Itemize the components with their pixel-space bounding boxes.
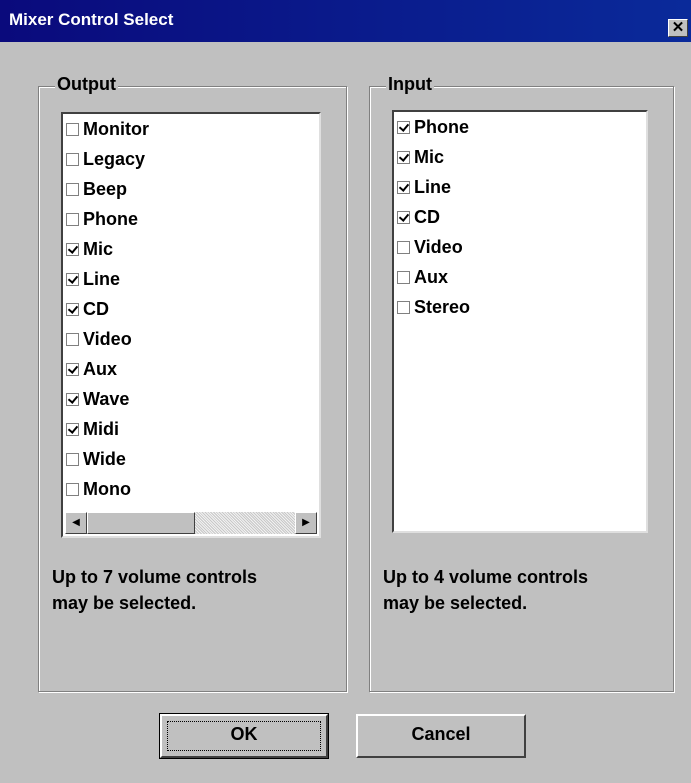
list-item[interactable]: Video bbox=[394, 232, 646, 262]
checkbox-checked[interactable] bbox=[66, 242, 79, 256]
checkbox[interactable] bbox=[66, 452, 79, 466]
scroll-left-icon: ◀ bbox=[72, 517, 80, 528]
checkbox[interactable] bbox=[66, 332, 79, 346]
output-list[interactable]: Monitor Legacy Beep Phone Mic Line CD Video Aux W… bbox=[61, 112, 321, 538]
list-item[interactable]: Beep bbox=[63, 174, 319, 204]
list-item-label: Legacy bbox=[83, 148, 146, 169]
list-item[interactable]: Legacy bbox=[63, 144, 319, 174]
list-item-label: Aux bbox=[83, 358, 118, 379]
checkbox[interactable] bbox=[397, 240, 410, 254]
close-icon: ✕ bbox=[671, 19, 685, 36]
list-item-label: Mic bbox=[83, 238, 114, 259]
checkbox-checked[interactable] bbox=[66, 272, 79, 286]
scroll-right-button[interactable]: ▶ bbox=[295, 512, 317, 534]
output-legend: Output bbox=[55, 73, 118, 95]
list-item[interactable]: Monitor bbox=[63, 114, 319, 144]
checkbox-checked[interactable] bbox=[66, 302, 79, 316]
list-item-label: CD bbox=[414, 206, 440, 227]
list-item[interactable]: Mono bbox=[63, 474, 319, 504]
input-legend: Input bbox=[386, 73, 434, 95]
list-item-label: Video bbox=[83, 328, 132, 349]
checkbox-checked[interactable] bbox=[397, 180, 410, 194]
checkbox-checked[interactable] bbox=[397, 120, 410, 134]
checkbox-checked[interactable] bbox=[66, 392, 79, 406]
checkbox-checked[interactable] bbox=[66, 362, 79, 376]
list-item-label: Phone bbox=[83, 208, 139, 229]
ok-button-label: OK bbox=[230, 724, 258, 744]
list-item[interactable]: Line bbox=[63, 264, 319, 294]
list-item-label: Stereo bbox=[414, 296, 471, 317]
output-note-line2: may be selected. bbox=[52, 593, 197, 613]
scroll-left-button[interactable]: ◀ bbox=[65, 512, 87, 534]
list-item[interactable]: Phone bbox=[394, 112, 646, 142]
list-item[interactable]: Line bbox=[394, 172, 646, 202]
list-item-label: Line bbox=[414, 176, 452, 197]
list-item[interactable]: Aux bbox=[63, 354, 319, 384]
list-item[interactable]: Mic bbox=[394, 142, 646, 172]
list-item[interactable]: Wave bbox=[63, 384, 319, 414]
checkbox[interactable] bbox=[397, 300, 410, 314]
window-title: Mixer Control Select bbox=[9, 10, 174, 29]
checkbox-checked[interactable] bbox=[66, 422, 79, 436]
list-item-label: Mic bbox=[414, 146, 445, 167]
list-item[interactable]: CD bbox=[63, 294, 319, 324]
checkbox[interactable] bbox=[66, 482, 79, 496]
input-list[interactable]: Phone Mic Line CD Video Aux Stereo bbox=[392, 110, 648, 533]
ok-button[interactable]: OK bbox=[159, 713, 329, 759]
list-item[interactable]: Wide bbox=[63, 444, 319, 474]
cancel-button[interactable]: Cancel bbox=[356, 714, 526, 758]
checkbox[interactable] bbox=[66, 152, 79, 166]
output-horizontal-scrollbar[interactable]: ◀ ▶ bbox=[65, 512, 317, 534]
checkbox-checked[interactable] bbox=[397, 150, 410, 164]
list-item-label: Phone bbox=[414, 116, 470, 137]
checkbox[interactable] bbox=[66, 212, 79, 226]
output-note-line1: Up to 7 volume controls bbox=[52, 567, 258, 587]
list-item-label: Line bbox=[83, 268, 121, 289]
checkbox-checked[interactable] bbox=[397, 210, 410, 224]
input-note-line1: Up to 4 volume controls bbox=[383, 567, 589, 587]
list-item[interactable]: Stereo bbox=[394, 292, 646, 322]
checkbox[interactable] bbox=[66, 182, 79, 196]
list-item-label: Video bbox=[414, 236, 463, 257]
input-limit-note: Up to 4 volume controls may be selected. bbox=[383, 564, 588, 616]
list-item[interactable]: CD bbox=[394, 202, 646, 232]
scroll-right-icon: ▶ bbox=[302, 517, 310, 528]
list-item-label: Monitor bbox=[83, 118, 149, 139]
list-item[interactable]: Phone bbox=[63, 204, 319, 234]
input-note-line2: may be selected. bbox=[383, 593, 528, 613]
close-button[interactable]: ✕ bbox=[668, 19, 688, 37]
title-bar[interactable]: Mixer Control Select ✕ bbox=[0, 0, 691, 42]
list-item-label: Beep bbox=[83, 178, 128, 199]
checkbox[interactable] bbox=[397, 270, 410, 284]
checkbox[interactable] bbox=[66, 122, 79, 136]
list-item-label: Midi bbox=[83, 418, 119, 439]
list-item[interactable]: Aux bbox=[394, 262, 646, 292]
list-item-label: Wide bbox=[83, 448, 126, 469]
list-item-label: Aux bbox=[414, 266, 449, 287]
scroll-thumb[interactable] bbox=[87, 512, 195, 534]
list-item[interactable]: Video bbox=[63, 324, 319, 354]
list-item-label: Mono bbox=[83, 478, 131, 499]
list-item-label: Wave bbox=[83, 388, 130, 409]
list-item[interactable]: Midi bbox=[63, 414, 319, 444]
cancel-button-label: Cancel bbox=[411, 724, 471, 744]
list-item-label: CD bbox=[83, 298, 109, 319]
output-limit-note: Up to 7 volume controls may be selected. bbox=[52, 564, 257, 616]
list-item[interactable]: Mic bbox=[63, 234, 319, 264]
